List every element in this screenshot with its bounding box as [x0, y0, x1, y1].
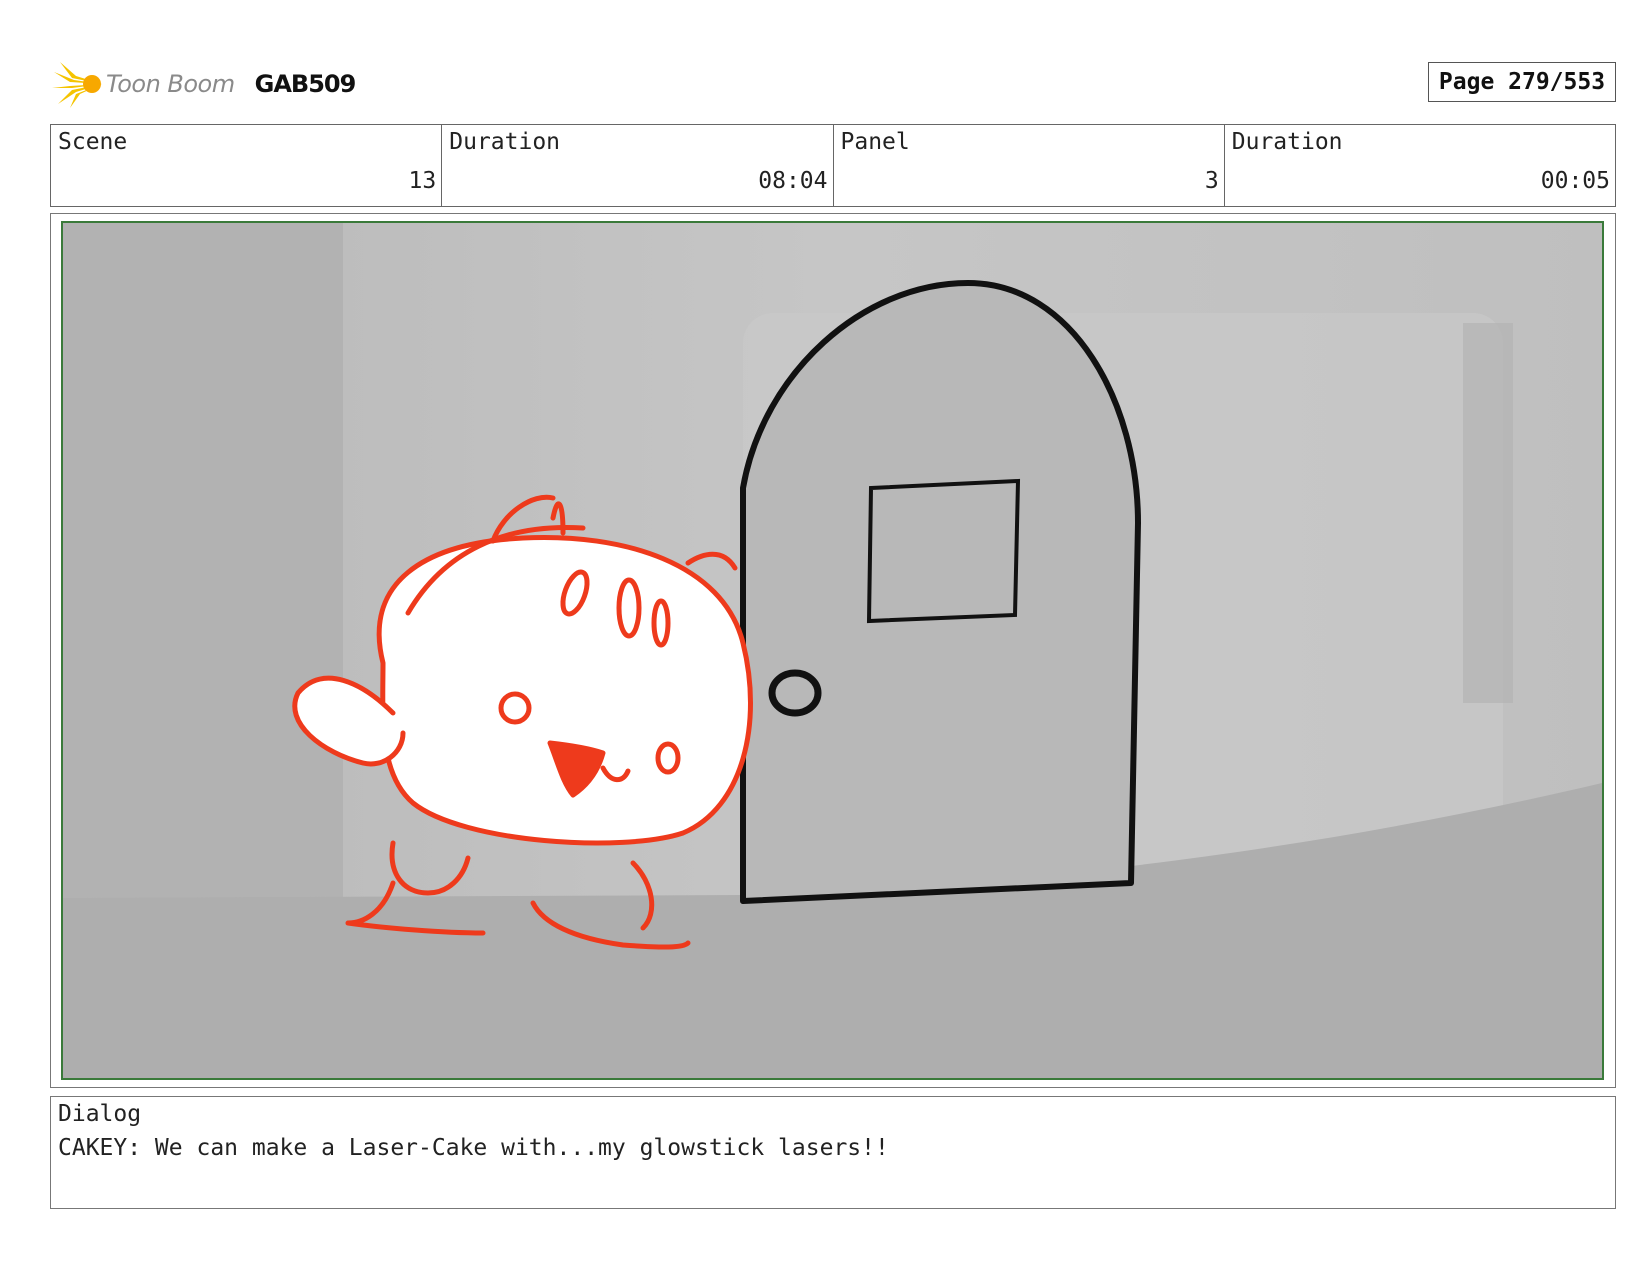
storyboard-panel-frame	[50, 213, 1616, 1088]
scene-label: Scene	[58, 129, 128, 155]
left-wall-shade	[63, 223, 343, 913]
panel-duration-cell: Duration 00:05	[1225, 125, 1615, 206]
scene-duration-label: Duration	[449, 129, 561, 155]
panel-duration-value: 00:05	[1540, 168, 1610, 194]
panel-duration-label: Duration	[1231, 129, 1343, 155]
logo-wordmark: Toon Boom	[106, 70, 235, 98]
scene-duration-value: 08:04	[758, 168, 828, 194]
dialog-label: Dialog	[58, 1101, 142, 1127]
door	[740, 280, 1141, 904]
panel-label: Panel	[840, 129, 910, 155]
panel-cell: Panel 3	[834, 125, 1225, 206]
dialog-text: CAKEY: We can make a Laser-Cake with...m…	[58, 1135, 889, 1161]
dialog-box: Dialog CAKEY: We can make a Laser-Cake w…	[50, 1096, 1616, 1209]
panel-value: 3	[1204, 168, 1219, 194]
toon-boom-logo-icon	[52, 62, 102, 108]
logo: Toon Boom GAB509	[52, 56, 357, 112]
scene-value: 13	[408, 168, 437, 194]
project-code: GAB509	[254, 70, 357, 98]
info-bar: Scene 13 Duration 08:04 Panel 3 Duration…	[50, 124, 1616, 207]
panel-drawing	[63, 223, 1602, 1078]
scene-cell: Scene 13	[51, 125, 443, 206]
scene-duration-cell: Duration 08:04	[442, 125, 834, 206]
page-indicator: Page 279/553	[1428, 62, 1616, 102]
storyboard-panel-image	[61, 221, 1604, 1080]
background-edge	[1463, 323, 1513, 703]
